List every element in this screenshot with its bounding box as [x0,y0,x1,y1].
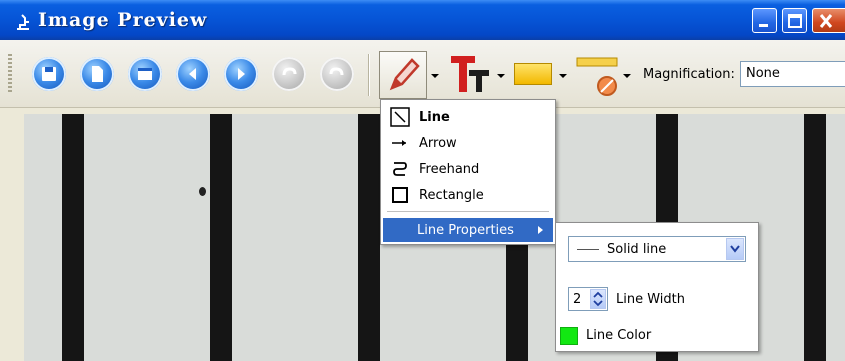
microscope-icon [17,14,29,30]
back-arrow-icon [189,68,196,80]
freehand-icon [389,159,411,179]
scale-line [804,114,826,361]
undo-icon [282,67,297,76]
menu-item-line[interactable]: Line [383,104,553,130]
line-style-sample [577,249,599,250]
line-style-select[interactable]: Solid line [568,236,746,262]
scale-line [62,114,84,361]
measure-tool-dropdown-arrow[interactable] [559,74,567,78]
menu-divider [387,211,549,212]
menu-item-arrow[interactable]: Arrow [383,130,553,156]
forward-button[interactable] [224,57,258,91]
scale-line [358,114,380,361]
menu-item-label: Rectangle [419,187,484,203]
maximize-button[interactable] [782,8,807,33]
chevron-down-icon[interactable] [726,238,744,260]
line-width-value: 2 [573,292,582,307]
menu-item-label: Freehand [419,161,480,177]
menu-item-label: Line [419,109,450,125]
menu-item-freehand[interactable]: Freehand [383,156,553,182]
new-document-icon [92,66,103,82]
text-tool-icon[interactable] [449,54,493,94]
close-icon [819,14,833,28]
image-speck [199,187,206,196]
line-width-stepper[interactable]: 2 [568,287,608,311]
line-properties-panel: Solid line 2 Line Width Line Color [555,222,759,352]
line-color-swatch[interactable] [560,327,578,345]
undo-button[interactable] [272,57,306,91]
save-icon [42,67,56,81]
rectangle-icon [389,185,411,205]
magnification-label: Magnification: [643,67,735,82]
draw-tool-menu: Line Arrow Freehand Rectangle Line Prope… [380,99,556,245]
line-icon [389,107,411,127]
toolbar: Magnification: None [0,40,845,108]
submenu-arrow-icon [538,226,543,234]
window-title: Image Preview [38,9,208,31]
stepper-arrows-icon[interactable] [590,289,606,309]
maximize-icon [788,14,802,28]
menu-item-rectangle[interactable]: Rectangle [383,182,553,208]
draw-tool-dropdown-arrow[interactable] [431,74,439,78]
window-button[interactable] [128,57,162,91]
arrow-icon [389,133,411,153]
save-button[interactable] [32,57,66,91]
magnification-input[interactable]: None [740,61,845,87]
pencil-icon [389,58,420,91]
close-button[interactable] [812,8,845,33]
menu-item-label: Arrow [419,135,457,151]
menu-item-label: Line Properties [417,222,514,238]
toolbar-grip[interactable] [8,54,12,94]
measure-tool-icon[interactable] [514,63,552,85]
scale-line [210,114,232,361]
text-tool-dropdown-arrow[interactable] [497,74,505,78]
window-icon [138,68,152,80]
new-button[interactable] [80,57,114,91]
toolbar-separator [368,54,370,96]
line-color-label[interactable]: Line Color [586,328,651,343]
title-bar[interactable]: Image Preview [0,0,845,40]
minimize-button[interactable] [752,8,777,33]
line-style-value: Solid line [607,242,667,257]
redo-icon [329,67,344,76]
redo-button[interactable] [320,57,354,91]
line-width-label: Line Width [616,292,685,307]
draw-tool-button[interactable] [379,51,427,99]
calibration-dropdown-arrow[interactable] [623,74,631,78]
forward-arrow-icon [238,68,245,80]
image-preview-window: Image Preview Magnification: None Line A… [0,0,845,361]
menu-item-line-properties[interactable]: Line Properties [383,218,553,242]
calibration-icon[interactable] [575,54,619,98]
minimize-icon [759,24,768,27]
back-button[interactable] [176,57,210,91]
